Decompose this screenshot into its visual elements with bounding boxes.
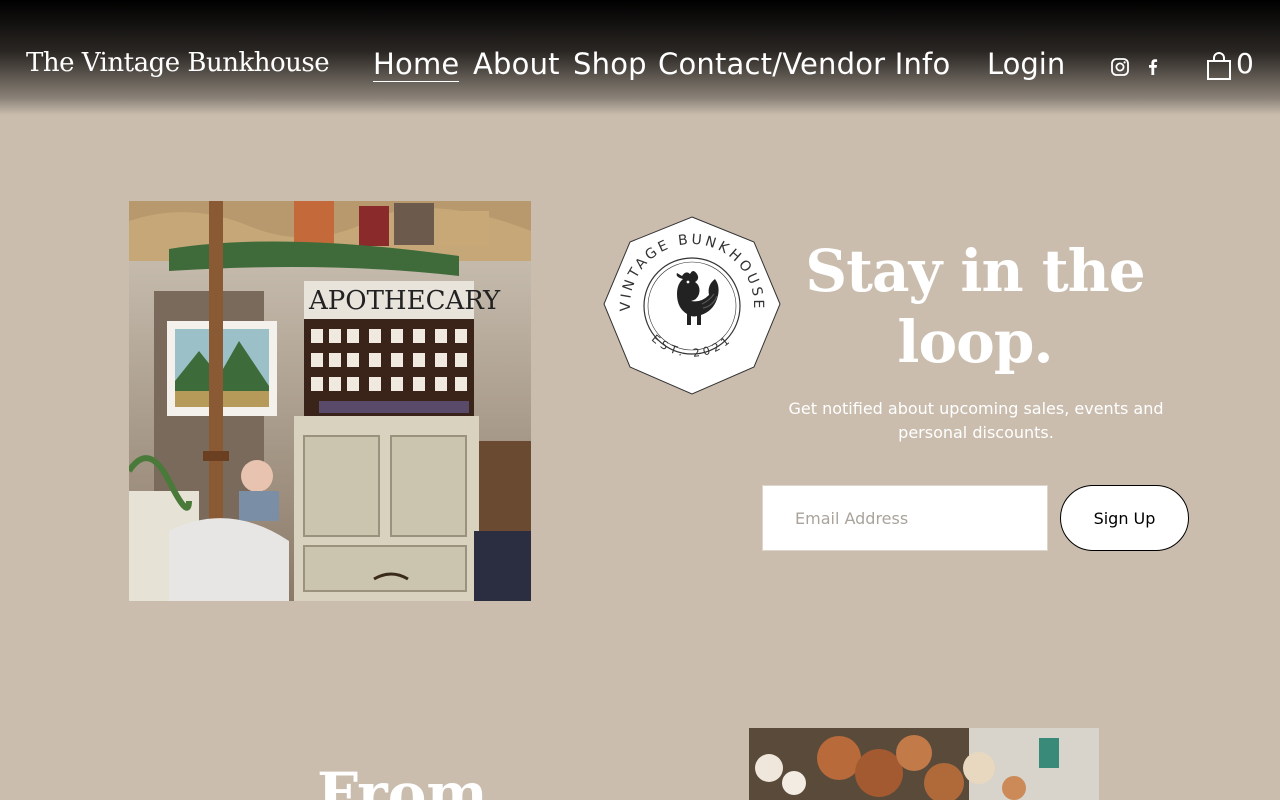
nav-item-contact-vendor-info[interactable]: Contact/Vendor Info (658, 47, 950, 81)
newsletter-subtitle: Get notified about upcoming sales, event… (788, 399, 1164, 442)
shopping-bag-icon (1207, 52, 1231, 80)
flowers-photo (749, 728, 1099, 800)
site-brand[interactable]: The Vintage Bunkhouse (26, 48, 330, 78)
svg-text:APOTHECARY: APOTHECARY (308, 286, 501, 316)
nav-item-shop[interactable]: Shop (573, 47, 647, 81)
facebook-icon[interactable] (1143, 57, 1163, 77)
cart-button[interactable]: 0 (1206, 47, 1258, 83)
newsletter-title: Stay in the loop. (805, 237, 1145, 376)
nav-item-about[interactable]: About (473, 47, 560, 81)
section-title: From (317, 760, 488, 800)
nav-item-home[interactable]: Home (373, 47, 460, 82)
instagram-icon[interactable] (1110, 57, 1130, 77)
cart-count: 0 (1236, 47, 1254, 80)
site-header: The Vintage Bunkhouse Home About Shop Co… (0, 0, 1280, 115)
vintage-bunkhouse-badge: VINTAGE BUNKHOUSE EST. 2021 (602, 216, 782, 396)
email-field[interactable] (762, 485, 1048, 551)
shop-display-photo: APOTHECARY (129, 201, 531, 601)
login-link[interactable]: Login (987, 47, 1065, 81)
sign-up-button[interactable]: Sign Up (1060, 485, 1189, 551)
